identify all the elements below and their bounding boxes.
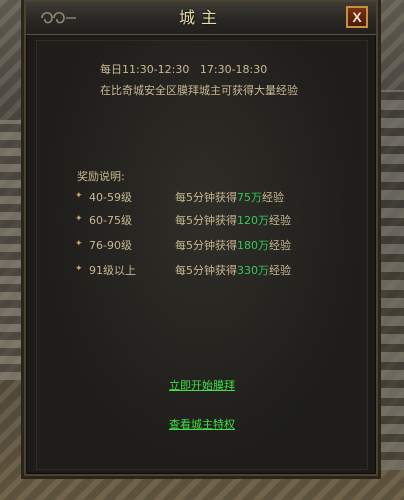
- schedule-times: 每日11:30-12:30 17:30-18:30: [100, 61, 267, 77]
- dialog-titlebar[interactable]: 城主 X: [26, 2, 376, 35]
- arrow-bullet-icon: ✦: [75, 239, 83, 249]
- rate-prefix: 每5分钟获得: [175, 264, 237, 277]
- reward-rate: 每5分钟获得75万经验: [175, 189, 284, 205]
- reward-row: ✦ 60-75级 每5分钟获得120万经验: [75, 212, 345, 228]
- reward-row: ✦ 40-59级 每5分钟获得75万经验: [75, 189, 345, 205]
- reward-rate: 每5分钟获得120万经验: [175, 212, 291, 228]
- rate-suffix: 经验: [269, 239, 291, 252]
- dialog-content: 每日11:30-12:30 17:30-18:30 在比奇城安全区膜拜城主可获得…: [36, 40, 368, 470]
- arrow-bullet-icon: ✦: [75, 264, 83, 274]
- start-worship-link[interactable]: 立即开始膜拜: [37, 377, 367, 393]
- arrow-bullet-icon: ✦: [75, 191, 83, 201]
- reward-row: ✦ 76-90级 每5分钟获得180万经验: [75, 237, 345, 253]
- rate-prefix: 每5分钟获得: [175, 214, 237, 227]
- schedule-time-1: 11:30-12:30: [122, 63, 190, 76]
- reward-amount: 180万: [237, 239, 269, 252]
- schedule-time-2: 17:30-18:30: [199, 63, 268, 76]
- reward-rate: 每5分钟获得330万经验: [175, 262, 291, 278]
- reward-level: 60-75级: [89, 214, 132, 227]
- reward-amount: 330万: [237, 264, 269, 277]
- background-ruins-right: [378, 90, 404, 470]
- dialog-title: 城主: [178, 8, 223, 27]
- reward-rate: 每5分钟获得180万经验: [175, 237, 291, 253]
- schedule-label: 每日: [100, 63, 122, 76]
- rate-suffix: 经验: [269, 264, 291, 277]
- reward-row: ✦ 91级以上 每5分钟获得330万经验: [75, 262, 345, 278]
- rate-suffix: 经验: [262, 191, 284, 204]
- reward-amount: 75万: [237, 191, 262, 204]
- rewards-title: 奖励说明:: [77, 170, 125, 183]
- view-privileges-link[interactable]: 查看城主特权: [37, 416, 367, 432]
- reward-level: 40-59级: [89, 191, 132, 204]
- reward-level: 91级以上: [89, 264, 136, 277]
- rate-suffix: 经验: [269, 214, 291, 227]
- arrow-bullet-icon: ✦: [75, 214, 83, 224]
- rate-prefix: 每5分钟获得: [175, 239, 237, 252]
- reward-amount: 120万: [237, 214, 269, 227]
- schedule-description: 在比奇城安全区膜拜城主可获得大量经验: [100, 84, 298, 97]
- city-lord-dialog: 城主 X 每日11:30-12:30 17:30-18:30 在比奇城安全区膜拜…: [24, 0, 378, 476]
- rate-prefix: 每5分钟获得: [175, 191, 237, 204]
- close-button[interactable]: X: [346, 6, 368, 28]
- reward-level: 76-90级: [89, 239, 132, 252]
